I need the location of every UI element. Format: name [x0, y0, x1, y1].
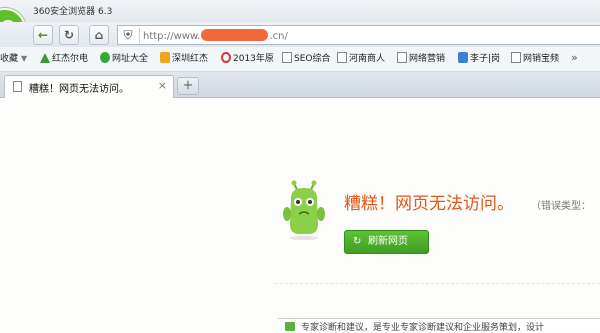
bookmark-item[interactable]: 网址大全	[100, 52, 148, 66]
url-prefix: http://www.	[143, 31, 201, 42]
tab-title: 糟糕！网页无法访问。	[29, 84, 129, 95]
navigation-toolbar: ← ↻ ⌂ ⛨ http://www. .cn/	[0, 22, 600, 47]
window-title: 360安全浏览器 6.3	[33, 7, 113, 17]
address-divider	[139, 28, 140, 43]
bookmark-label: SEO综合	[294, 54, 331, 64]
page-icon	[282, 52, 292, 63]
bookmark-label: 红杰尔电	[52, 54, 89, 64]
bookmark-favorites[interactable]: 收藏 ▼	[0, 52, 27, 66]
mascot-icon	[283, 180, 325, 240]
error-title: 糟糕！网页无法访问。	[344, 194, 514, 214]
bookmark-label: 网销宝频	[523, 54, 560, 64]
refresh-page-button[interactable]: ↻ 刷新网页	[344, 230, 429, 254]
back-button[interactable]: ←	[33, 25, 53, 45]
divider	[275, 283, 600, 284]
orange-flag-icon	[160, 52, 170, 63]
refresh-icon: ↻	[63, 28, 75, 42]
bookmark-item[interactable]: 河南商人	[337, 52, 385, 66]
info-icon	[285, 322, 295, 331]
bookmark-item[interactable]: 网络营销	[397, 52, 445, 66]
bookmark-item[interactable]: SEO综合	[282, 52, 330, 66]
blue-s-icon	[458, 52, 468, 63]
home-button[interactable]: ⌂	[89, 25, 109, 45]
home-icon: ⌂	[94, 28, 104, 42]
green-circle-icon	[100, 52, 110, 63]
bookmark-item[interactable]: 深圳红杰	[160, 52, 208, 66]
bookmark-label: 网络营销	[409, 54, 446, 64]
new-tab-button[interactable]: +	[177, 77, 199, 95]
info-text: 专家诊断和建议，是专业专家诊断建议和企业服务策划，设计	[301, 323, 545, 333]
bookmark-label: 河南商人	[349, 54, 386, 64]
refresh-button[interactable]: ↻	[59, 25, 79, 45]
bookmarks-more-button[interactable]: »	[571, 51, 578, 64]
dropdown-arrow-icon: ▼	[21, 54, 28, 63]
red-clock-icon	[221, 52, 231, 63]
address-bar[interactable]: ⛨ http://www. .cn/	[117, 25, 600, 45]
page-icon	[13, 81, 22, 92]
page-icon	[337, 52, 347, 63]
bookmark-item[interactable]: 2013年原	[221, 52, 274, 66]
refresh-button-label: 刷新网页	[368, 236, 408, 247]
bookmark-label: 2013年原	[233, 54, 274, 64]
bookmarks-bar: 收藏 ▼ 红杰尔电 网址大全 深圳红杰 2013年原 SEO综合 河南商人 网络营…	[0, 47, 600, 72]
bookmark-label: 李子|岗	[470, 54, 501, 64]
title-bar: 360安全浏览器 6.3	[0, 0, 600, 22]
error-type-label: （错误类型：	[531, 201, 591, 212]
tab-active[interactable]: 糟糕！网页无法访问。 ×	[4, 75, 174, 98]
arrow-left-icon: ←	[37, 28, 49, 42]
refresh-icon: ↻	[353, 236, 362, 247]
bookmark-item[interactable]: 网销宝频	[511, 52, 559, 66]
url-suffix: .cn/	[269, 31, 288, 42]
shield-icon[interactable]: ⛨	[122, 28, 134, 42]
url-text[interactable]: http://www. .cn/	[143, 29, 288, 42]
tab-bar: 糟糕！网页无法访问。 × +	[0, 72, 600, 98]
bookmark-label: 深圳红杰	[172, 54, 209, 64]
page-icon	[511, 52, 521, 63]
bookmark-item[interactable]: 红杰尔电	[40, 52, 88, 66]
bookmark-label: 网址大全	[112, 54, 149, 64]
page-icon	[397, 52, 407, 63]
bookmark-item[interactable]: 李子|岗	[458, 52, 500, 66]
bookmark-label: 收藏	[0, 54, 19, 64]
info-panel: 专家诊断和建议，是专业专家诊断建议和企业服务策划，设计	[278, 318, 600, 333]
url-redaction	[201, 29, 269, 41]
green-triangle-icon	[40, 53, 50, 63]
close-icon[interactable]: ×	[158, 79, 167, 92]
